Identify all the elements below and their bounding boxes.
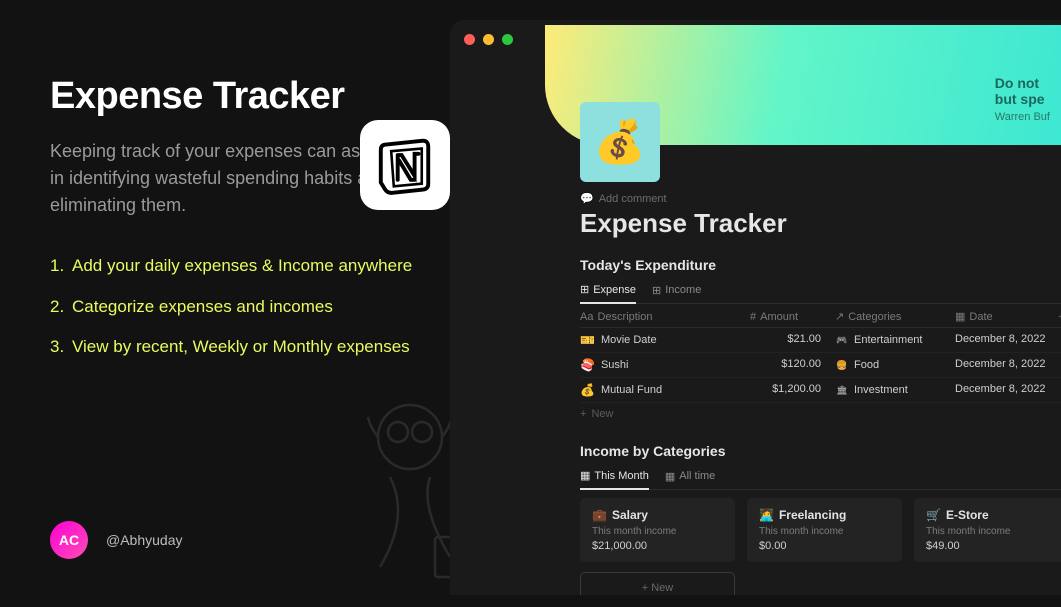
plus-icon: + (642, 582, 651, 594)
period-tabs: ▦This Month ▦All time (580, 465, 1061, 490)
avatar: AC (50, 521, 88, 559)
product-title: Expense Tracker (50, 75, 430, 118)
card-emoji-icon: 🛒 (926, 508, 941, 522)
row-emoji-icon: 💰 (580, 383, 595, 397)
table-icon: ⊞ (580, 283, 589, 296)
income-card[interactable]: 🧑‍💻 Freelancing This month income $0.00 (747, 498, 902, 562)
cell-description: Movie Date (601, 334, 657, 346)
table-row[interactable]: 🎫 Movie Date $21.00 🎮 Entertainment Decemb… (580, 328, 1061, 353)
cell-description: Mutual Fund (601, 384, 662, 396)
card-value: $49.00 (926, 540, 1057, 552)
cell-category: Investment (854, 384, 908, 396)
col-categories[interactable]: ↗Categories (835, 310, 955, 323)
section-title-todays: Today's Expenditure (580, 257, 1061, 273)
feature-item: Add your daily expenses & Income anywher… (50, 254, 430, 279)
cell-date: December 8, 2022 (955, 358, 1061, 372)
quote-attribution: Warren Buf (995, 111, 1050, 123)
cell-date: December 8, 2022 (955, 333, 1061, 347)
feature-item: Categorize expenses and incomes (50, 295, 430, 320)
comment-icon: 💬 (580, 192, 594, 205)
row-emoji-icon: 🍣 (580, 358, 595, 372)
gallery-icon: ▦ (665, 470, 675, 483)
gallery-icon: ▦ (580, 469, 590, 482)
cell-category: Food (854, 359, 879, 371)
col-amount[interactable]: #Amount (750, 310, 835, 323)
cover-quote: Do not but spe Warren Buf (995, 75, 1050, 123)
card-subtitle: This month income (592, 526, 723, 537)
category-icon: 🍔 (835, 358, 849, 372)
tab-income[interactable]: ⊞Income (652, 279, 701, 303)
quote-line: Do not (995, 75, 1050, 91)
add-comment-button[interactable]: 💬 Add comment (580, 192, 1061, 205)
table-icon: ⊞ (652, 284, 661, 297)
card-emoji-icon: 💼 (592, 508, 607, 522)
window-controls (464, 34, 513, 45)
close-icon[interactable] (464, 34, 475, 45)
card-value: $21,000.00 (592, 540, 723, 552)
calendar-icon: ▦ (955, 310, 965, 323)
income-card[interactable]: 🛒 E-Store This month income $49.00 (914, 498, 1061, 562)
minimize-icon[interactable] (483, 34, 494, 45)
feature-item: View by recent, Weekly or Monthly expens… (50, 335, 430, 360)
col-description[interactable]: AaDescription (580, 310, 750, 323)
income-card[interactable]: 💼 Salary This month income $21,000.00 (580, 498, 735, 562)
card-title-text: E-Store (946, 508, 989, 522)
cell-category: Entertainment (854, 334, 922, 346)
card-emoji-icon: 🧑‍💻 (759, 508, 774, 522)
card-value: $0.00 (759, 540, 890, 552)
number-icon: # (750, 311, 756, 323)
expense-table: AaDescription #Amount ↗Categories ▦Date … (580, 306, 1061, 425)
text-icon: Aa (580, 311, 593, 323)
page-icon[interactable]: 💰 (580, 102, 660, 182)
tab-all-time[interactable]: ▦All time (665, 465, 715, 489)
cell-amount: $1,200.00 (750, 383, 835, 397)
expense-income-tabs: ⊞Expense ⊞Income (580, 279, 1061, 304)
category-icon: 🎮 (835, 333, 849, 347)
add-comment-label: Add comment (599, 193, 667, 205)
col-date[interactable]: ▦Date (955, 310, 1058, 323)
cell-amount: $21.00 (750, 333, 835, 347)
author-row: AC @Abhyuday (50, 521, 182, 559)
cell-description: Sushi (601, 359, 629, 371)
table-row[interactable]: 💰 Mutual Fund $1,200.00 🏛 Investment Decem… (580, 378, 1061, 403)
section-title-income: Income by Categories (580, 443, 1061, 459)
avatar-initials: AC (59, 532, 79, 548)
quote-line: but spe (995, 91, 1050, 107)
card-title-text: Freelancing (779, 508, 846, 522)
cell-date: December 8, 2022 (955, 383, 1061, 397)
notion-logo-icon (360, 120, 450, 210)
tab-expense[interactable]: ⊞Expense (580, 279, 636, 304)
page-title: Expense Tracker (580, 208, 1061, 239)
income-cards: 💼 Salary This month income $21,000.00 🧑‍💻… (580, 498, 1061, 562)
tab-this-month[interactable]: ▦This Month (580, 465, 649, 490)
new-card-button[interactable]: + New (580, 572, 735, 595)
row-emoji-icon: 🎫 (580, 333, 595, 347)
relation-icon: ↗ (835, 310, 844, 323)
plus-icon: + (580, 408, 586, 420)
author-handle: @Abhyuday (106, 532, 182, 548)
maximize-icon[interactable] (502, 34, 513, 45)
card-subtitle: This month income (926, 526, 1057, 537)
card-title-text: Salary (612, 508, 648, 522)
app-window: Do not but spe Warren Buf 💰 💬 Add commen… (450, 20, 1061, 595)
cell-amount: $120.00 (750, 358, 835, 372)
card-subtitle: This month income (759, 526, 890, 537)
feature-list: Add your daily expenses & Income anywher… (50, 254, 430, 360)
table-row[interactable]: 🍣 Sushi $120.00 🍔 Food December 8, 2022 (580, 353, 1061, 378)
new-row-button[interactable]: +New (580, 403, 1061, 425)
category-icon: 🏛 (835, 383, 849, 397)
